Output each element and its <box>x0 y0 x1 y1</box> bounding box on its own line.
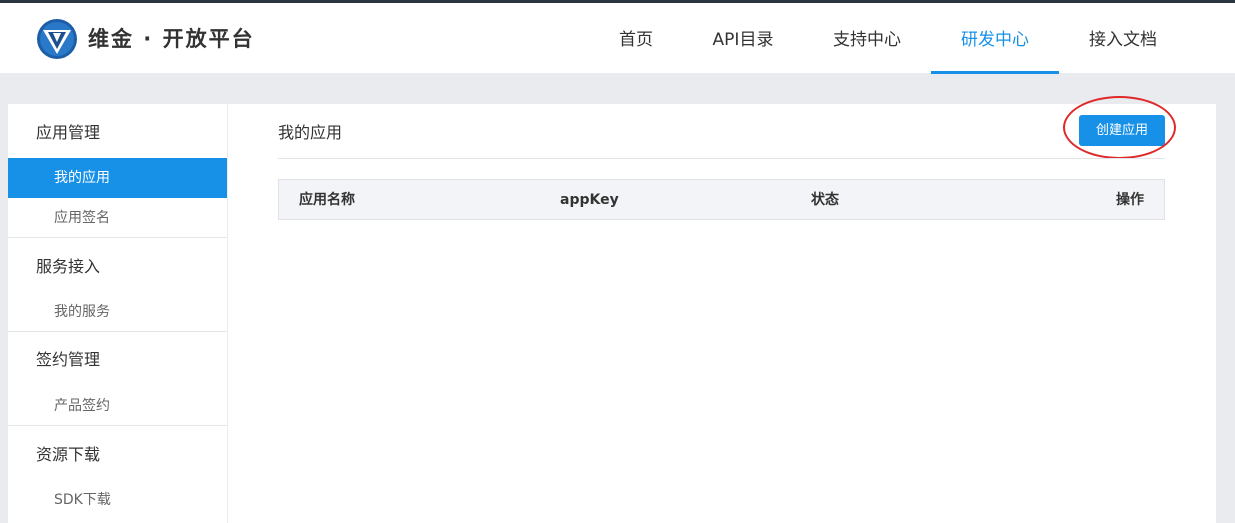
sidebar-item-my-services[interactable]: 我的服务 <box>8 292 227 332</box>
nav-api-catalog[interactable]: API目录 <box>702 3 784 73</box>
nav-home[interactable]: 首页 <box>608 3 664 73</box>
nav-support-center[interactable]: 支持中心 <box>824 3 910 73</box>
nav-dev-center[interactable]: 研发中心 <box>931 3 1059 74</box>
brand-logo-icon[interactable] <box>36 18 78 60</box>
sidebar-item-app-signature[interactable]: 应用签名 <box>8 198 227 238</box>
brand-title[interactable]: 维金 · 开放平台 <box>88 26 255 52</box>
column-header-app-name: 应用名称 <box>299 192 355 208</box>
sidebar-item-sdk-download[interactable]: SDK下载 <box>8 480 227 520</box>
site-header: 维金 · 开放平台 首页 API目录 支持中心 研发中心 接入文档 <box>0 3 1235 74</box>
apps-table-header: 应用名称 appKey 状态 操作 <box>278 179 1165 220</box>
nav-docs[interactable]: 接入文档 <box>1080 3 1166 73</box>
column-header-status: 状态 <box>811 192 839 208</box>
column-header-actions: 操作 <box>1116 192 1144 208</box>
sidebar-divider <box>8 331 227 332</box>
sidebar-group-resource-download: 资源下载 <box>36 445 101 464</box>
main-content: 我的应用 创建应用 应用名称 appKey 状态 操作 <box>228 96 1216 523</box>
sidebar-group-app-management: 应用管理 <box>36 123 101 142</box>
sidebar-item-product-contract[interactable]: 产品签约 <box>8 386 227 426</box>
page-title: 我的应用 <box>278 123 343 142</box>
sidebar-group-contract-management: 签约管理 <box>36 350 101 369</box>
create-app-button[interactable]: 创建应用 <box>1079 115 1165 146</box>
sidebar-item-my-apps[interactable]: 我的应用 <box>8 158 227 198</box>
sidebar-divider <box>8 237 227 238</box>
sidebar-divider <box>8 425 227 426</box>
title-divider <box>278 158 1165 159</box>
sidebar-group-service-access: 服务接入 <box>36 257 101 276</box>
column-header-appkey: appKey <box>560 192 619 208</box>
sidebar: 应用管理 我的应用 应用签名 服务接入 我的服务 签约管理 产品签约 资源下载 … <box>8 104 227 523</box>
